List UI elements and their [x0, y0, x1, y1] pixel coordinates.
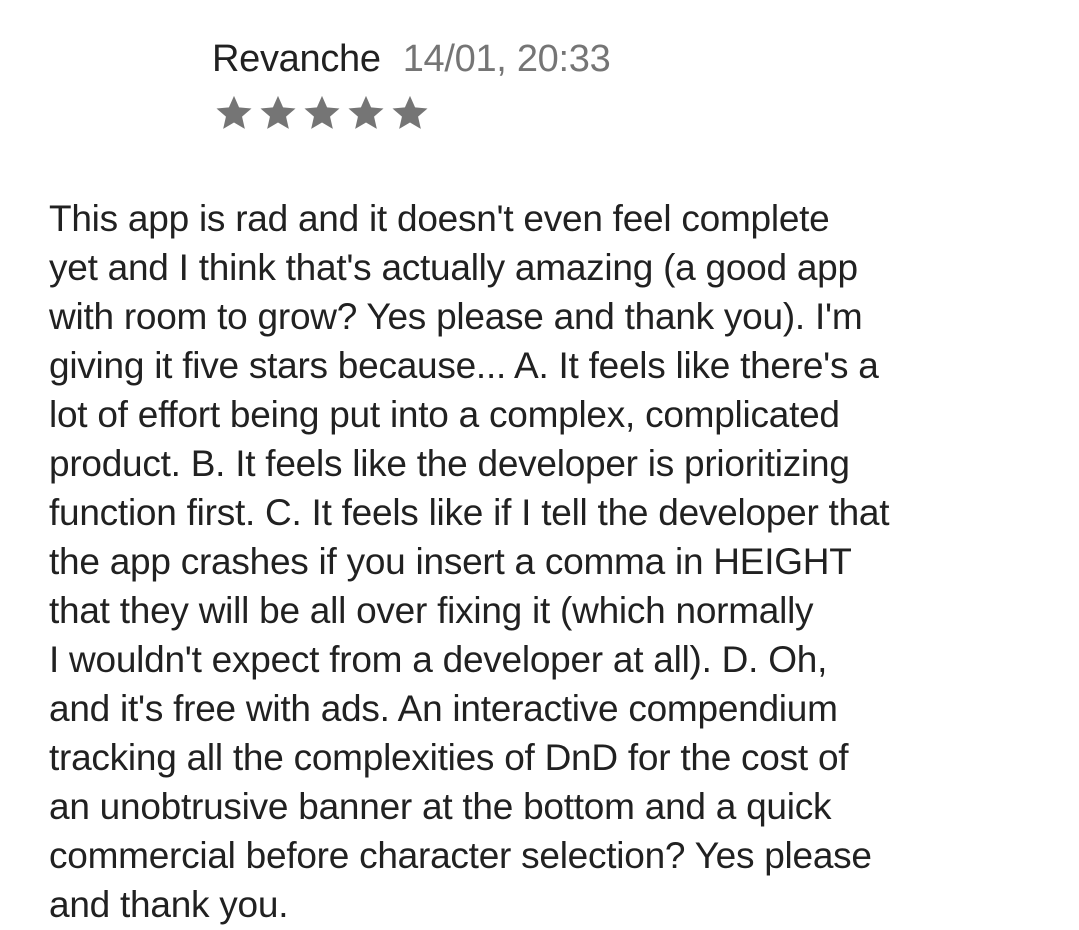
star-icon: [213, 92, 255, 134]
review-text-line: the app crashes if you insert a comma in…: [49, 541, 852, 582]
review-card: Revanche 14/01, 20:33 This app is rad an…: [0, 0, 1079, 930]
review-text-line: lot of effort being put into a complex, …: [49, 394, 840, 435]
review-text: This app is rad and it doesn't even feel…: [49, 194, 1049, 929]
star-icon: [301, 92, 343, 134]
review-text-line: with room to grow? Yes please and thank …: [49, 296, 863, 337]
review-text-line: and it's free with ads. An interactive c…: [49, 688, 838, 729]
review-text-line: function first. C. It feels like if I te…: [49, 492, 890, 533]
review-header: Revanche 14/01, 20:33: [212, 38, 611, 81]
star-icon: [257, 92, 299, 134]
review-text-line: and thank you.: [49, 884, 289, 925]
review-text-line: that they will be all over fixing it (wh…: [49, 590, 814, 631]
review-author: Revanche: [212, 38, 381, 80]
review-text-line: an unobtrusive banner at the bottom and …: [49, 786, 832, 827]
review-text-line: product. B. It feels like the developer …: [49, 443, 850, 484]
review-text-line: tracking all the complexities of DnD for…: [49, 737, 849, 778]
star-icon: [389, 92, 431, 134]
review-text-line: yet and I think that's actually amazing …: [49, 247, 858, 288]
star-icon: [345, 92, 387, 134]
review-date: 14/01, 20:33: [402, 38, 611, 80]
review-text-line: giving it five stars because... A. It fe…: [49, 345, 879, 386]
star-rating: [213, 92, 431, 134]
review-text-line: I wouldn't expect from a developer at al…: [49, 639, 828, 680]
review-text-line: This app is rad and it doesn't even feel…: [49, 198, 830, 239]
review-text-line: commercial before character selection? Y…: [49, 835, 872, 876]
